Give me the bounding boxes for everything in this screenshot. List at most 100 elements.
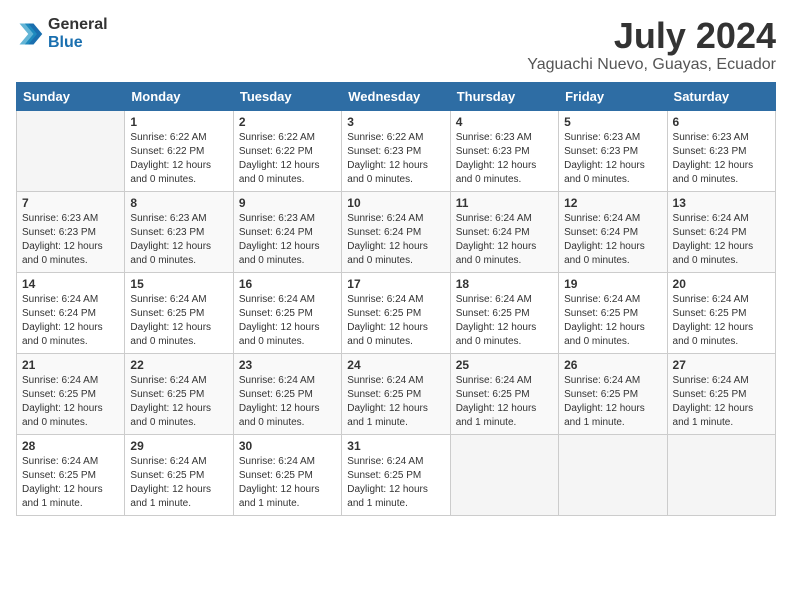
day-info: Sunrise: 6:24 AM Sunset: 6:25 PM Dayligh… [347, 455, 444, 511]
calendar-cell: 5 Sunrise: 6:23 AM Sunset: 6:23 PM Daylig… [559, 110, 667, 191]
day-info: Sunrise: 6:22 AM Sunset: 6:23 PM Dayligh… [347, 131, 444, 187]
day-info: Sunrise: 6:24 AM Sunset: 6:25 PM Dayligh… [239, 293, 336, 349]
calendar-cell: 23Sunrise: 6:24 AM Sunset: 6:25 PM Dayli… [233, 353, 341, 434]
calendar-cell: 16 Sunrise: 6:24 AM Sunset: 6:25 PM Dayli… [233, 272, 341, 353]
calendar-cell: 29 Sunrise: 6:24 AM Sunset: 6:25 PM Dayli… [125, 434, 233, 515]
day-info: Sunrise: 6:24 AM Sunset: 6:25 PM Dayligh… [22, 374, 119, 430]
day-info: Sunrise: 6:24 AM Sunset: 6:25 PM Dayligh… [673, 293, 770, 349]
day-info: Sunrise: 6:24 AM Sunset: 6:25 PM Dayligh… [456, 374, 553, 430]
calendar-cell: 18 Sunrise: 6:24 AM Sunset: 6:25 PM Dayli… [450, 272, 558, 353]
day-info: Sunrise: 6:24 AM Sunset: 6:25 PM Dayligh… [130, 374, 227, 430]
calendar-cell: 17 Sunrise: 6:24 AM Sunset: 6:25 PM Dayli… [342, 272, 450, 353]
header-row: SundayMondayTuesdayWednesdayThursdayFrid… [17, 82, 776, 110]
day-info: Sunrise: 6:23 AM Sunset: 6:23 PM Dayligh… [564, 131, 661, 187]
calendar-cell: 26Sunrise: 6:24 AM Sunset: 6:25 PM Dayli… [559, 353, 667, 434]
day-number: 11 [456, 196, 553, 210]
day-info: Sunrise: 6:24 AM Sunset: 6:25 PM Dayligh… [239, 455, 336, 511]
day-info: Sunrise: 6:24 AM Sunset: 6:25 PM Dayligh… [22, 455, 119, 511]
day-info: Sunrise: 6:24 AM Sunset: 6:24 PM Dayligh… [22, 293, 119, 349]
day-info: Sunrise: 6:24 AM Sunset: 6:25 PM Dayligh… [130, 293, 227, 349]
day-number: 7 [22, 196, 119, 210]
day-info: Sunrise: 6:24 AM Sunset: 6:25 PM Dayligh… [673, 374, 770, 430]
day-number: 12 [564, 196, 661, 210]
day-number: 15 [130, 277, 227, 291]
logo-text: General Blue [48, 16, 108, 51]
logo-blue-text: Blue [48, 34, 108, 52]
header-tuesday: Tuesday [233, 82, 341, 110]
day-number: 5 [564, 115, 661, 129]
calendar-cell: 22Sunrise: 6:24 AM Sunset: 6:25 PM Dayli… [125, 353, 233, 434]
day-number: 1 [130, 115, 227, 129]
calendar-cell: 21 Sunrise: 6:24 AM Sunset: 6:25 PM Dayli… [17, 353, 125, 434]
calendar-cell [450, 434, 558, 515]
day-info: Sunrise: 6:23 AM Sunset: 6:24 PM Dayligh… [239, 212, 336, 268]
calendar-cell: 14 Sunrise: 6:24 AM Sunset: 6:24 PM Dayli… [17, 272, 125, 353]
day-number: 29 [130, 439, 227, 453]
calendar-week-1: 7 Sunrise: 6:23 AM Sunset: 6:23 PM Daylig… [17, 191, 776, 272]
day-number: 2 [239, 115, 336, 129]
day-info: Sunrise: 6:24 AM Sunset: 6:25 PM Dayligh… [347, 374, 444, 430]
day-number: 9 [239, 196, 336, 210]
calendar-cell: 3Sunrise: 6:22 AM Sunset: 6:23 PM Daylig… [342, 110, 450, 191]
calendar-cell: 12 Sunrise: 6:24 AM Sunset: 6:24 PM Dayli… [559, 191, 667, 272]
day-number: 23 [239, 358, 336, 372]
day-number: 31 [347, 439, 444, 453]
day-number: 14 [22, 277, 119, 291]
day-number: 25 [456, 358, 553, 372]
calendar-cell: 25 Sunrise: 6:24 AM Sunset: 6:25 PM Dayli… [450, 353, 558, 434]
day-number: 16 [239, 277, 336, 291]
calendar-cell: 9 Sunrise: 6:23 AM Sunset: 6:24 PM Daylig… [233, 191, 341, 272]
day-info: Sunrise: 6:22 AM Sunset: 6:22 PM Dayligh… [130, 131, 227, 187]
day-info: Sunrise: 6:23 AM Sunset: 6:23 PM Dayligh… [22, 212, 119, 268]
calendar-cell: 28 Sunrise: 6:24 AM Sunset: 6:25 PM Dayli… [17, 434, 125, 515]
day-number: 6 [673, 115, 770, 129]
calendar-week-2: 14 Sunrise: 6:24 AM Sunset: 6:24 PM Dayli… [17, 272, 776, 353]
calendar-cell: 19Sunrise: 6:24 AM Sunset: 6:25 PM Dayli… [559, 272, 667, 353]
day-number: 20 [673, 277, 770, 291]
header-friday: Friday [559, 82, 667, 110]
calendar-cell: 8 Sunrise: 6:23 AM Sunset: 6:23 PM Daylig… [125, 191, 233, 272]
logo-icon [16, 20, 44, 48]
day-number: 18 [456, 277, 553, 291]
day-number: 21 [22, 358, 119, 372]
day-info: Sunrise: 6:24 AM Sunset: 6:24 PM Dayligh… [456, 212, 553, 268]
day-info: Sunrise: 6:24 AM Sunset: 6:24 PM Dayligh… [673, 212, 770, 268]
day-number: 13 [673, 196, 770, 210]
day-number: 19 [564, 277, 661, 291]
calendar-cell: 6Sunrise: 6:23 AM Sunset: 6:23 PM Daylig… [667, 110, 775, 191]
day-info: Sunrise: 6:24 AM Sunset: 6:24 PM Dayligh… [347, 212, 444, 268]
header-sunday: Sunday [17, 82, 125, 110]
calendar-cell: 2 Sunrise: 6:22 AM Sunset: 6:22 PM Daylig… [233, 110, 341, 191]
day-info: Sunrise: 6:24 AM Sunset: 6:24 PM Dayligh… [564, 212, 661, 268]
calendar-cell: 24 Sunrise: 6:24 AM Sunset: 6:25 PM Dayli… [342, 353, 450, 434]
header-saturday: Saturday [667, 82, 775, 110]
calendar-cell: 7 Sunrise: 6:23 AM Sunset: 6:23 PM Daylig… [17, 191, 125, 272]
header-thursday: Thursday [450, 82, 558, 110]
calendar-cell: 30 Sunrise: 6:24 AM Sunset: 6:25 PM Dayli… [233, 434, 341, 515]
calendar-table: SundayMondayTuesdayWednesdayThursdayFrid… [16, 82, 776, 516]
day-number: 24 [347, 358, 444, 372]
day-info: Sunrise: 6:23 AM Sunset: 6:23 PM Dayligh… [456, 131, 553, 187]
day-number: 17 [347, 277, 444, 291]
day-number: 26 [564, 358, 661, 372]
day-info: Sunrise: 6:24 AM Sunset: 6:25 PM Dayligh… [130, 455, 227, 511]
day-number: 8 [130, 196, 227, 210]
calendar-cell: 11 Sunrise: 6:24 AM Sunset: 6:24 PM Dayli… [450, 191, 558, 272]
calendar-week-0: 1 Sunrise: 6:22 AM Sunset: 6:22 PM Daylig… [17, 110, 776, 191]
day-number: 28 [22, 439, 119, 453]
calendar-body: 1 Sunrise: 6:22 AM Sunset: 6:22 PM Daylig… [17, 110, 776, 515]
calendar-cell: 31 Sunrise: 6:24 AM Sunset: 6:25 PM Dayli… [342, 434, 450, 515]
month-title: July 2024 [527, 16, 776, 56]
calendar-cell: 4Sunrise: 6:23 AM Sunset: 6:23 PM Daylig… [450, 110, 558, 191]
calendar-week-4: 28 Sunrise: 6:24 AM Sunset: 6:25 PM Dayli… [17, 434, 776, 515]
day-info: Sunrise: 6:22 AM Sunset: 6:22 PM Dayligh… [239, 131, 336, 187]
day-info: Sunrise: 6:24 AM Sunset: 6:25 PM Dayligh… [456, 293, 553, 349]
day-number: 10 [347, 196, 444, 210]
day-info: Sunrise: 6:23 AM Sunset: 6:23 PM Dayligh… [130, 212, 227, 268]
calendar-week-3: 21 Sunrise: 6:24 AM Sunset: 6:25 PM Dayli… [17, 353, 776, 434]
day-number: 30 [239, 439, 336, 453]
calendar-cell: 15 Sunrise: 6:24 AM Sunset: 6:25 PM Dayli… [125, 272, 233, 353]
calendar-cell: 20 Sunrise: 6:24 AM Sunset: 6:25 PM Dayli… [667, 272, 775, 353]
day-info: Sunrise: 6:24 AM Sunset: 6:25 PM Dayligh… [347, 293, 444, 349]
calendar-cell: 1 Sunrise: 6:22 AM Sunset: 6:22 PM Daylig… [125, 110, 233, 191]
